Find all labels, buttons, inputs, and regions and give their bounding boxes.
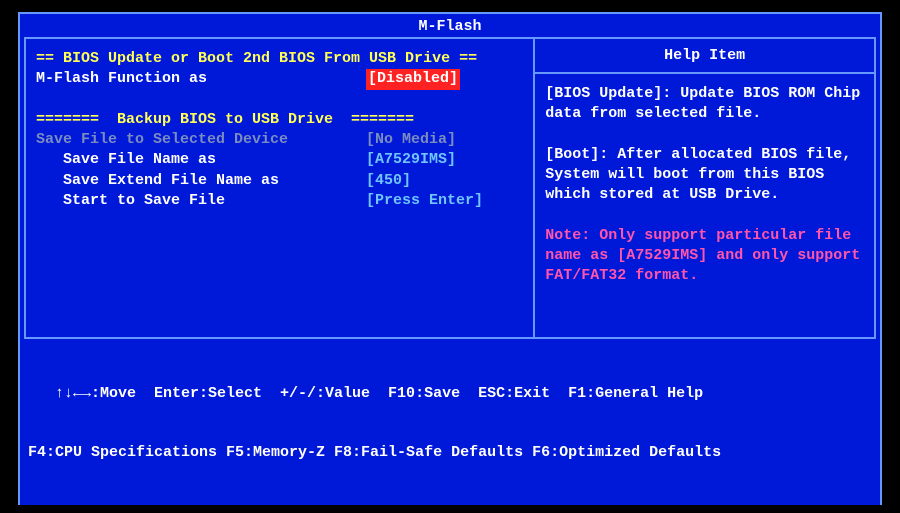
save-filename-row[interactable]: Save File Name as [A7529IMS] — [36, 150, 527, 170]
main-area: == BIOS Update or Boot 2nd BIOS From USB… — [24, 37, 876, 339]
help-panel: Help Item [BIOS Update]: Update BIOS ROM… — [535, 39, 876, 337]
settings-panel: == BIOS Update or Boot 2nd BIOS From USB… — [24, 39, 535, 337]
mflash-function-value[interactable]: [Disabled] — [366, 69, 460, 89]
section-backup-text: ======= Backup BIOS to USB Drive ======= — [36, 110, 414, 130]
save-ext-value[interactable]: [450] — [366, 171, 411, 191]
mflash-function-label: M-Flash Function as — [36, 69, 366, 89]
start-save-label: Start to Save File — [36, 191, 366, 211]
mflash-function-row[interactable]: M-Flash Function as [Disabled] — [36, 69, 527, 89]
help-body: [BIOS Update]: Update BIOS ROM Chip data… — [535, 74, 874, 297]
help-title: Help Item — [535, 39, 874, 74]
key-legend-line2: F4:CPU Specifications F5:Memory-Z F8:Fai… — [28, 443, 872, 463]
start-save-row[interactable]: Start to Save File [Press Enter] — [36, 191, 527, 211]
key-legend: ↑↓←→:Move Enter:Select +/-/:Value F10:Sa… — [20, 339, 880, 505]
save-device-value: [No Media] — [366, 130, 456, 150]
spacer — [36, 90, 527, 110]
section-update-header: == BIOS Update or Boot 2nd BIOS From USB… — [36, 49, 527, 69]
bios-screen: M-Flash == BIOS Update or Boot 2nd BIOS … — [18, 12, 882, 505]
help-paragraph-1: [BIOS Update]: Update BIOS ROM Chip data… — [545, 84, 864, 125]
save-ext-row[interactable]: Save Extend File Name as [450] — [36, 171, 527, 191]
start-save-value[interactable]: [Press Enter] — [366, 191, 483, 211]
help-note: Note: Only support particular file name … — [545, 226, 864, 287]
save-device-label: Save File to Selected Device — [36, 130, 366, 150]
help-paragraph-2: [Boot]: After allocated BIOS file, Syste… — [545, 145, 864, 206]
save-filename-label: Save File Name as — [36, 150, 366, 170]
section-backup-header: ======= Backup BIOS to USB Drive ======= — [36, 110, 527, 130]
save-filename-value[interactable]: [A7529IMS] — [366, 150, 456, 170]
page-title: M-Flash — [20, 14, 880, 37]
key-legend-line1: ↑↓←→:Move Enter:Select +/-/:Value F10:Sa… — [28, 384, 872, 404]
save-ext-label: Save Extend File Name as — [36, 171, 366, 191]
save-device-row[interactable]: Save File to Selected Device [No Media] — [36, 130, 527, 150]
section-update-text: == BIOS Update or Boot 2nd BIOS From USB… — [36, 49, 477, 69]
